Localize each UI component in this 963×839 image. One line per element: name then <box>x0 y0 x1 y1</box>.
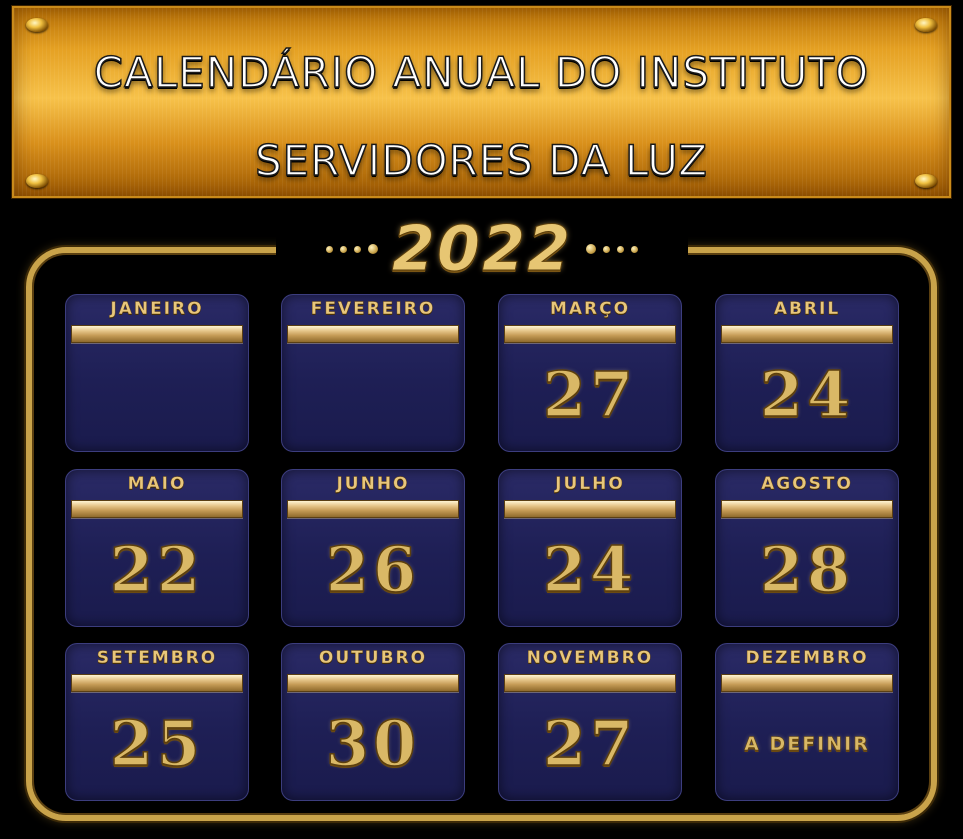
month-name: FEVEREIRO <box>310 299 436 319</box>
dot-icon <box>586 244 597 254</box>
year-label: 2022 <box>391 212 573 285</box>
month-bar <box>71 674 243 692</box>
month-card-abril: ABRIL 24 <box>715 294 899 452</box>
month-bar <box>287 500 459 518</box>
year-banner: 2022 <box>276 212 688 285</box>
month-card-janeiro: JANEIRO <box>65 294 249 452</box>
month-bar <box>504 674 676 692</box>
month-day: 28 <box>759 532 855 607</box>
month-bar <box>287 325 459 343</box>
screw-icon <box>915 18 937 32</box>
month-card-setembro: SETEMBRO 25 <box>65 643 249 801</box>
month-day: 25 <box>109 706 205 781</box>
dot-icon <box>325 245 333 253</box>
month-card-agosto: AGOSTO 28 <box>715 469 899 627</box>
month-day: 30 <box>325 706 421 781</box>
dot-icon <box>631 245 639 253</box>
month-name: JULHO <box>555 474 625 494</box>
month-day: 26 <box>325 532 421 607</box>
dot-icon <box>603 245 611 253</box>
month-card-marco: MARÇO 27 <box>498 294 682 452</box>
month-card-outubro: OUTUBRO 30 <box>281 643 465 801</box>
month-day: 24 <box>542 532 638 607</box>
month-card-julho: JULHO 24 <box>498 469 682 627</box>
month-bar <box>721 500 893 518</box>
month-bar <box>287 674 459 692</box>
title-plaque: CALENDÁRIO ANUAL DO INSTITUTO SERVIDORES… <box>12 6 951 198</box>
month-name: JANEIRO <box>110 299 204 319</box>
month-name: DEZEMBRO <box>745 648 869 668</box>
month-card-fevereiro: FEVEREIRO <box>281 294 465 452</box>
month-bar <box>504 325 676 343</box>
decorative-dots-left <box>325 244 378 254</box>
month-name: JUNHO <box>336 474 410 494</box>
month-bar <box>71 500 243 518</box>
month-day: 27 <box>542 357 638 432</box>
month-card-maio: MAIO 22 <box>65 469 249 627</box>
dot-icon <box>353 245 361 253</box>
month-name: MAIO <box>127 474 187 494</box>
month-card-dezembro: DEZEMBRO A DEFINIR <box>715 643 899 801</box>
month-bar <box>721 325 893 343</box>
screw-icon <box>26 18 48 32</box>
title-line-1: CALENDÁRIO ANUAL DO INSTITUTO <box>93 47 870 98</box>
month-day: 24 <box>759 357 855 432</box>
month-name: OUTUBRO <box>318 648 428 668</box>
month-day: 22 <box>109 532 205 607</box>
month-name: SETEMBRO <box>96 648 218 668</box>
month-name: ABRIL <box>773 299 841 319</box>
month-card-novembro: NOVEMBRO 27 <box>498 643 682 801</box>
dot-icon <box>367 244 378 254</box>
decorative-dots-right <box>586 244 639 254</box>
dot-icon <box>339 245 347 253</box>
month-bar <box>721 674 893 692</box>
month-bar <box>504 500 676 518</box>
month-bar <box>71 325 243 343</box>
dot-icon <box>617 245 625 253</box>
month-card-junho: JUNHO 26 <box>281 469 465 627</box>
month-name: AGOSTO <box>761 474 853 494</box>
month-day: A DEFINIR <box>744 733 870 756</box>
month-day: 27 <box>542 706 638 781</box>
month-name: MARÇO <box>549 299 631 319</box>
month-name: NOVEMBRO <box>526 648 654 668</box>
title-line-2: SERVIDORES DA LUZ <box>254 135 709 186</box>
